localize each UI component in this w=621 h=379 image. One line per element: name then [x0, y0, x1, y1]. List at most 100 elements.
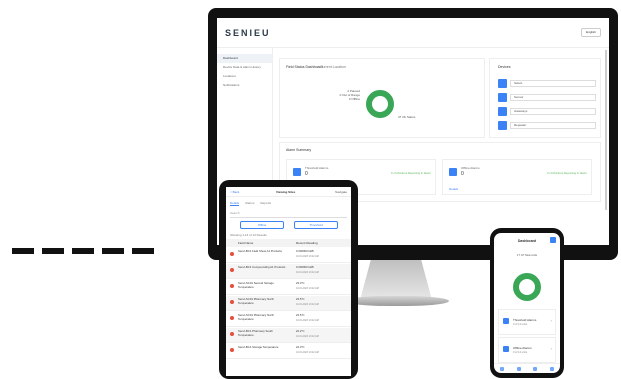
- device-row[interactable]: Repeater: [498, 121, 596, 130]
- monitor-stand-neck: [360, 260, 432, 300]
- phone-threshold-card[interactable]: Threshold Alarms 0 of 14 units ›: [498, 309, 556, 335]
- offline-filter-button[interactable]: Offline: [240, 221, 284, 229]
- phone-threshold-title: Threshold Alarms: [513, 318, 537, 322]
- alert-status-icon: [230, 284, 234, 288]
- device-select[interactable]: Select: [510, 80, 596, 87]
- row-reading: 23.5°C: [296, 297, 305, 301]
- offline-alarm-details-link[interactable]: Details: [449, 187, 458, 191]
- results-count: Showing 1-14 of 14 Results: [230, 233, 267, 237]
- table-row[interactable]: Senvi-BC1 Storage Temperature 24.3°C 10.01…: [226, 344, 351, 359]
- devices-panel: Devices Select Sensor Gateways Repeater: [489, 58, 601, 138]
- row-field-name: Senvi-BC1 Field Show A1 Products: [238, 249, 282, 253]
- tablet-screen: < Back Viewing Sites Navigate Details Al…: [226, 187, 351, 376]
- offline-alarm-badge: 0 of Monitors Reporting in Alarm: [547, 171, 587, 175]
- tab-details[interactable]: Details: [230, 201, 240, 206]
- desktop-scrollbar[interactable]: [605, 50, 607, 210]
- alert-status-icon: [230, 332, 234, 336]
- row-timestamp: 10.01.2023 10:42 AM: [296, 303, 319, 306]
- row-reading: 0.000000 kWh: [296, 265, 315, 269]
- tablet-menu[interactable]: Navigate: [335, 190, 347, 194]
- phone-offline-card[interactable]: Offline Alarms 0 of 14 units ›: [498, 337, 556, 363]
- phone-menu-icon[interactable]: [550, 237, 556, 243]
- tablet-title: Viewing Sites: [276, 190, 296, 194]
- offline-alarm-card[interactable]: Offline Alarms 0 0 of Monitors Reporting…: [442, 159, 592, 195]
- table-row[interactable]: Senvi-SC01 Pharmacy North Temperature 23.…: [226, 312, 351, 327]
- alert-status-icon: [230, 348, 234, 352]
- search-input[interactable]: Search: [230, 211, 347, 218]
- table-row[interactable]: Senvi-SC01 Second Storage Temperature 23.…: [226, 280, 351, 295]
- column-field-name[interactable]: Field Name: [238, 241, 253, 245]
- row-field-name: Senvi-SC01 Pharmacy North Temperature: [238, 313, 274, 321]
- row-field-name: Senvi-SC01 Second Storage Temperature: [238, 281, 274, 289]
- table-row[interactable]: Senvi-SC01 Pharmacy North Temperature 23.…: [226, 296, 351, 311]
- nav-settings-icon[interactable]: [549, 366, 554, 371]
- table-header: Field Name Recent Reading: [226, 239, 351, 247]
- threshold-alarm-icon: [293, 168, 301, 176]
- device-row[interactable]: Gateways: [498, 107, 596, 116]
- field-status-panel: Field Status Dashboard Current Location …: [279, 58, 485, 138]
- alert-status-icon: [230, 268, 234, 272]
- nav-alarms-icon[interactable]: [533, 366, 538, 371]
- sidebar-item-locations[interactable]: Locations: [217, 72, 272, 81]
- dash: [42, 248, 64, 254]
- sidebar-item-notifications[interactable]: Notifications: [217, 81, 272, 90]
- status-offline: 0 Offline: [348, 97, 360, 101]
- gateway-icon: [498, 107, 507, 116]
- gateway-select[interactable]: Gateways: [510, 108, 596, 115]
- tab-alarms[interactable]: Alarms: [245, 201, 254, 206]
- dash: [102, 248, 124, 254]
- column-recent-reading[interactable]: Recent Reading: [296, 241, 318, 245]
- tablet-header: < Back Viewing Sites Navigate: [226, 187, 351, 197]
- alert-status-icon: [230, 316, 234, 320]
- threshold-filter-button[interactable]: Threshold: [294, 221, 338, 229]
- status-ok: 37 Ok Status: [398, 115, 416, 119]
- app-logo[interactable]: SENIEU: [225, 28, 271, 38]
- offline-alarm-count: 0: [461, 171, 464, 177]
- row-timestamp: 10.01.2023 10:42 AM: [296, 335, 319, 338]
- row-timestamp: 10.01.2023 10:42 AM: [296, 255, 319, 258]
- row-timestamp: 10.01.2023 10:42 AM: [296, 351, 319, 354]
- phone-bottom-nav: [494, 363, 560, 373]
- table-row[interactable]: Senvi-BC1 Pharmacy South Temperature 22.2…: [226, 328, 351, 343]
- phone-subtitle: 17 Of Total units: [516, 253, 538, 257]
- tab-reports[interactable]: Reports: [261, 201, 272, 206]
- offline-alarm-title: Offline Alarms: [461, 166, 480, 170]
- phone-status-donut: [513, 273, 541, 301]
- language-select[interactable]: English: [581, 28, 601, 37]
- nav-devices-icon[interactable]: [516, 366, 521, 371]
- sidebar-item-dashboard[interactable]: Dashboard: [217, 54, 272, 63]
- threshold-alarm-badge: 0 of Monitors Reporting in Alarm: [391, 171, 431, 175]
- phone-threshold-count: 0 of 14 units: [513, 323, 528, 326]
- threshold-alarm-count: 0: [305, 171, 308, 177]
- offline-icon: [503, 346, 509, 352]
- row-reading: 22.2°C: [296, 329, 305, 333]
- sensor-icon: [498, 93, 507, 102]
- dash: [132, 248, 154, 254]
- table-row[interactable]: Senvi-BC1 Field Show A1 Products 0.000000…: [226, 248, 351, 263]
- back-button[interactable]: < Back: [230, 190, 239, 194]
- row-timestamp: 10.01.2023 10:42 AM: [296, 271, 319, 274]
- threshold-alarm-title: Threshold Alarms: [305, 166, 329, 170]
- row-timestamp: 10.01.2023 10:42 AM: [296, 319, 319, 322]
- phone-offline-count: 0 of 14 units: [513, 351, 528, 354]
- device-row[interactable]: Select: [498, 79, 596, 88]
- device-row[interactable]: Sensor: [498, 93, 596, 102]
- table-row[interactable]: Senvi-BC1 Compounding A1 Products 0.00000…: [226, 264, 351, 279]
- row-reading: 23.3°C: [296, 281, 305, 285]
- sensor-select[interactable]: Sensor: [510, 94, 596, 101]
- chevron-right-icon: ›: [550, 318, 552, 323]
- alert-status-icon: [230, 252, 234, 256]
- repeater-select[interactable]: Repeater: [510, 122, 596, 129]
- sidebar-item-device-data[interactable]: Device Data & Alarm History: [217, 63, 272, 72]
- field-status-location[interactable]: Current Location: [320, 65, 346, 69]
- dash: [72, 248, 94, 254]
- row-reading: 0.000000 kWh: [296, 249, 315, 253]
- alert-status-icon: [230, 300, 234, 304]
- row-reading: 23.5°C: [296, 313, 305, 317]
- monitor-stand-base: [345, 296, 449, 306]
- nav-home-icon[interactable]: [500, 366, 505, 371]
- field-status-title: Field Status Dashboard: [286, 65, 323, 69]
- row-field-name: Senvi-BC1 Compounding A1 Products: [238, 265, 286, 269]
- row-field-name: Senvi-BC1 Pharmacy South Temperature: [238, 329, 273, 337]
- row-field-name: Senvi-BC1 Storage Temperature: [238, 345, 279, 349]
